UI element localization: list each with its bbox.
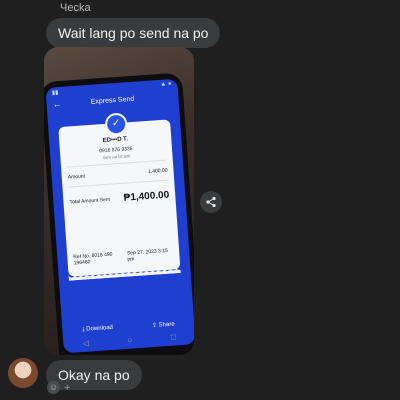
sender-name: Чecka xyxy=(60,2,91,14)
nav-home-icon: ○ xyxy=(127,335,133,345)
check-icon: ✓ xyxy=(104,112,128,136)
message-bubble[interactable]: Wait lang po send na po xyxy=(46,18,221,48)
avatar[interactable] xyxy=(8,358,38,388)
emoji-icon[interactable]: ☺ xyxy=(47,381,60,394)
amount-label: Amount xyxy=(67,173,86,181)
total-label: Total Amount Sent xyxy=(69,196,111,206)
download-button: ⤓ Download xyxy=(81,324,114,333)
photo-attachment[interactable]: ▮▮ ▲ ● ← Express Send ✓ ED•••D T. 0916 87… xyxy=(44,47,194,355)
nav-back-icon: ◁ xyxy=(82,338,90,348)
reaction-bar: ☺ + xyxy=(47,381,70,394)
share-button[interactable] xyxy=(200,191,222,213)
share-icon xyxy=(206,196,216,208)
phone-image: ▮▮ ▲ ● ← Express Send ✓ ED•••D T. 0916 87… xyxy=(44,72,194,355)
total-value: ₱1,400.00 xyxy=(123,189,170,204)
share-button: ⇪ Share xyxy=(151,321,175,330)
nav-recent-icon: □ xyxy=(170,332,177,342)
receipt-card: ✓ ED•••D T. 0916 876 9336 Sent via GCash… xyxy=(58,112,181,277)
phone-screen: ▮▮ ▲ ● ← Express Send ✓ ED•••D T. 0916 87… xyxy=(45,78,194,354)
amount-value: 1,400.00 xyxy=(147,167,168,175)
plus-icon[interactable]: + xyxy=(64,382,70,394)
divider xyxy=(68,179,169,188)
reference-number: Ref No. 8016 490 196460 xyxy=(73,251,113,267)
transaction-date: Sep 27, 2023 3:15 pm xyxy=(126,247,168,263)
